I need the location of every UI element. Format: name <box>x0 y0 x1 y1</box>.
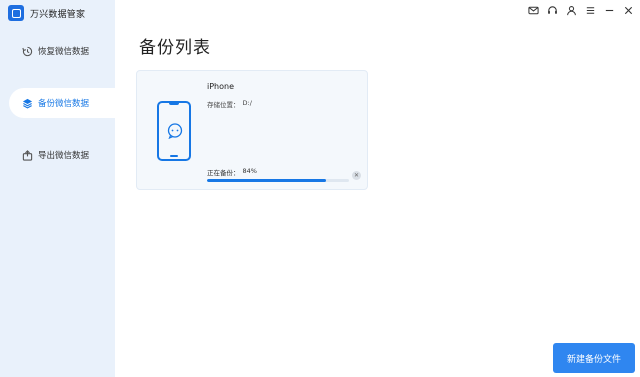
progress-fill <box>207 179 327 182</box>
close-icon[interactable] <box>623 5 634 16</box>
headset-icon[interactable] <box>547 5 558 16</box>
user-icon[interactable] <box>566 5 577 16</box>
page-title: 备份列表 <box>139 38 211 58</box>
backup-card: iPhone 存储位置： D:/ 正在备份： 84% ✕ <box>136 70 368 190</box>
phone-notch <box>169 102 179 105</box>
layers-icon <box>21 97 33 109</box>
progress-bar <box>207 179 349 182</box>
app-logo-icon <box>8 5 24 21</box>
phone-icon <box>157 101 191 161</box>
sidebar-item-label: 备份微信数据 <box>38 99 90 109</box>
progress-label: 正在备份： <box>207 169 240 177</box>
app-header: 万兴数据管家 <box>8 4 85 22</box>
device-name: iPhone <box>207 82 235 91</box>
sidebar-item-export[interactable]: 导出微信数据 <box>9 140 115 170</box>
storage-label: 存储位置： <box>207 101 240 109</box>
storage-value: D:/ <box>242 99 252 107</box>
export-icon <box>21 149 33 161</box>
sidebar: 万兴数据管家 恢复微信数据 备份微信数据 导出微信数据 <box>0 0 115 377</box>
sidebar-item-restore[interactable]: 恢复微信数据 <box>9 36 115 66</box>
minimize-icon[interactable] <box>604 5 615 16</box>
app-title: 万兴数据管家 <box>30 9 86 20</box>
window-controls <box>528 5 634 16</box>
restore-icon <box>21 45 33 57</box>
cancel-backup-button[interactable]: ✕ <box>352 171 361 180</box>
progress-status: 正在备份： 84% <box>207 167 257 177</box>
menu-icon[interactable] <box>585 5 596 16</box>
progress-value: 84% <box>242 167 257 175</box>
new-backup-button[interactable]: 新建备份文件 <box>553 343 635 373</box>
chat-bubble-icon <box>167 123 183 139</box>
storage-location: 存储位置： D:/ <box>207 99 252 109</box>
sidebar-item-label: 导出微信数据 <box>38 151 90 161</box>
phone-home-bar <box>170 155 178 157</box>
sidebar-item-label: 恢复微信数据 <box>38 47 90 57</box>
mail-icon[interactable] <box>528 5 539 16</box>
sidebar-item-backup[interactable]: 备份微信数据 <box>9 88 115 118</box>
